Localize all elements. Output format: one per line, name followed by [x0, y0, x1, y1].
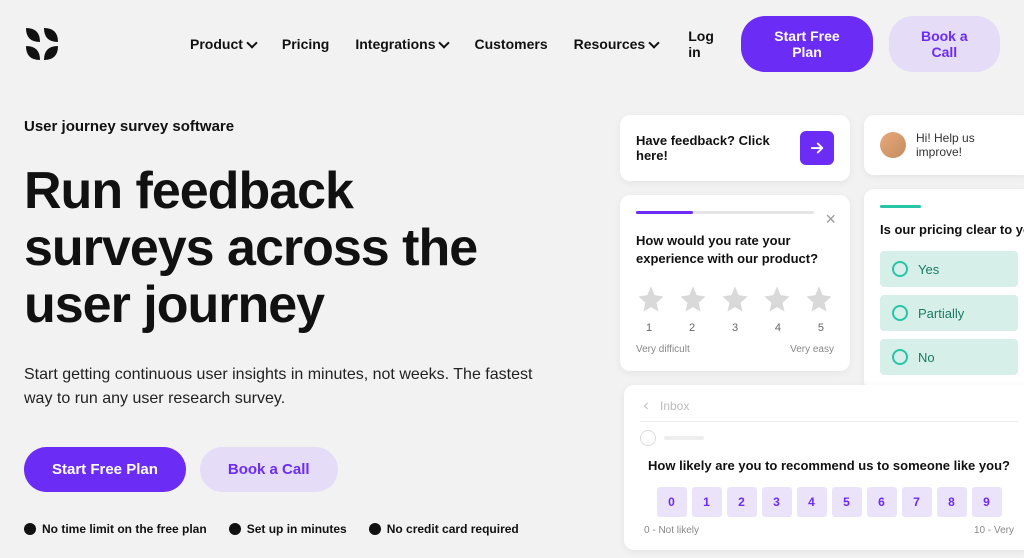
hero: User journey survey software Run feedbac…: [24, 118, 544, 536]
star-numbers: 1 2 3 4 5: [636, 322, 834, 334]
start-free-plan-button[interactable]: Start Free Plan: [741, 16, 872, 72]
star-rating: [636, 284, 834, 314]
nav-label: Integrations: [355, 36, 435, 52]
eyebrow-text: User journey survey software: [24, 118, 544, 135]
inbox-label: Inbox: [660, 399, 689, 413]
pricing-question: Is our pricing clear to you: [880, 222, 1018, 237]
low-label: 0 - Not likely: [644, 525, 699, 536]
star-2[interactable]: [678, 284, 708, 314]
nps-scale: 0 1 2 3 4 5 6 7 8 9: [640, 487, 1018, 517]
feature-text: No time limit on the free plan: [42, 522, 207, 536]
nps-labels: 0 - Not likely 10 - Very: [640, 525, 1018, 536]
option-yes[interactable]: Yes: [880, 251, 1018, 287]
check-icon: [229, 523, 241, 535]
check-icon: [24, 523, 36, 535]
option-partially[interactable]: Partially: [880, 295, 1018, 331]
num: 2: [689, 322, 695, 334]
skeleton-row: [640, 430, 1018, 446]
nav-item-product[interactable]: Product: [190, 36, 256, 52]
book-a-call-button[interactable]: Book a Call: [889, 16, 1000, 72]
nav-item-pricing[interactable]: Pricing: [282, 36, 329, 52]
close-icon[interactable]: ×: [825, 209, 836, 230]
nav-label: Resources: [574, 36, 646, 52]
pricing-widget: Is our pricing clear to you Yes Partiall…: [864, 189, 1024, 391]
nav-item-integrations[interactable]: Integrations: [355, 36, 448, 52]
nav-item-resources[interactable]: Resources: [574, 36, 659, 52]
nps-2[interactable]: 2: [727, 487, 757, 517]
feedback-text: Have feedback? Click here!: [636, 133, 788, 163]
feature-item: Set up in minutes: [229, 522, 347, 536]
subheadline: Start getting continuous user insights i…: [24, 363, 544, 411]
progress-bar: [880, 205, 921, 208]
rating-widget: × How would you rate your experience wit…: [620, 195, 850, 371]
avatar: [880, 132, 906, 158]
inbox-header: Inbox: [640, 399, 1018, 422]
nps-9[interactable]: 9: [972, 487, 1002, 517]
help-widget[interactable]: Hi! Help us improve!: [864, 115, 1024, 175]
nps-7[interactable]: 7: [902, 487, 932, 517]
headline: Run feedback surveys across the user jou…: [24, 163, 544, 335]
nps-question: How likely are you to recommend us to so…: [640, 458, 1018, 473]
feature-text: Set up in minutes: [247, 522, 347, 536]
nps-3[interactable]: 3: [762, 487, 792, 517]
high-label: 10 - Very: [974, 525, 1014, 536]
option-label: No: [918, 350, 935, 365]
progress-bar: [636, 211, 814, 214]
nav-label: Product: [190, 36, 243, 52]
low-label: Very difficult: [636, 344, 690, 355]
nav-label: Pricing: [282, 36, 329, 52]
arrow-left-icon: [640, 400, 652, 412]
header-actions: Log in Start Free Plan Book a Call: [688, 16, 1000, 72]
chevron-down-icon: [649, 37, 660, 48]
rating-question: How would you rate your experience with …: [636, 232, 834, 268]
login-link[interactable]: Log in: [688, 28, 725, 60]
star-4[interactable]: [762, 284, 792, 314]
radio-icon: [892, 305, 908, 321]
option-label: Yes: [918, 262, 939, 277]
star-5[interactable]: [804, 284, 834, 314]
chevron-down-icon: [246, 37, 257, 48]
skeleton-circle: [640, 430, 656, 446]
radio-icon: [892, 349, 908, 365]
widget-showcase: Have feedback? Click here! × How would y…: [620, 115, 1024, 391]
nps-6[interactable]: 6: [867, 487, 897, 517]
rating-labels: Very difficult Very easy: [636, 344, 834, 355]
feature-item: No time limit on the free plan: [24, 522, 207, 536]
star-1[interactable]: [636, 284, 666, 314]
skeleton-line: [664, 436, 704, 440]
num: 5: [818, 322, 824, 334]
option-list: Yes Partially No: [880, 251, 1018, 375]
header: Product Pricing Integrations Customers R…: [0, 0, 1024, 88]
option-label: Partially: [918, 306, 964, 321]
feature-text: No credit card required: [387, 522, 519, 536]
nav-label: Customers: [474, 36, 547, 52]
start-free-plan-button[interactable]: Start Free Plan: [24, 447, 186, 492]
feature-item: No credit card required: [369, 522, 519, 536]
feedback-widget[interactable]: Have feedback? Click here!: [620, 115, 850, 181]
arrow-right-icon: [808, 139, 826, 157]
radio-icon: [892, 261, 908, 277]
nav-item-customers[interactable]: Customers: [474, 36, 547, 52]
feature-list: No time limit on the free plan Set up in…: [24, 522, 544, 536]
num: 1: [646, 322, 652, 334]
num: 3: [732, 322, 738, 334]
book-a-call-button[interactable]: Book a Call: [200, 447, 338, 492]
nps-4[interactable]: 4: [797, 487, 827, 517]
high-label: Very easy: [790, 344, 834, 355]
check-icon: [369, 523, 381, 535]
star-3[interactable]: [720, 284, 750, 314]
arrow-button[interactable]: [800, 131, 834, 165]
num: 4: [775, 322, 781, 334]
help-text: Hi! Help us improve!: [916, 131, 1018, 159]
nps-widget: Inbox How likely are you to recommend us…: [624, 385, 1024, 550]
nps-5[interactable]: 5: [832, 487, 862, 517]
logo[interactable]: [24, 26, 60, 62]
option-no[interactable]: No: [880, 339, 1018, 375]
nps-0[interactable]: 0: [657, 487, 687, 517]
chevron-down-icon: [439, 37, 450, 48]
cta-row: Start Free Plan Book a Call: [24, 447, 544, 492]
nps-8[interactable]: 8: [937, 487, 967, 517]
main-nav: Product Pricing Integrations Customers R…: [190, 36, 658, 52]
nps-1[interactable]: 1: [692, 487, 722, 517]
